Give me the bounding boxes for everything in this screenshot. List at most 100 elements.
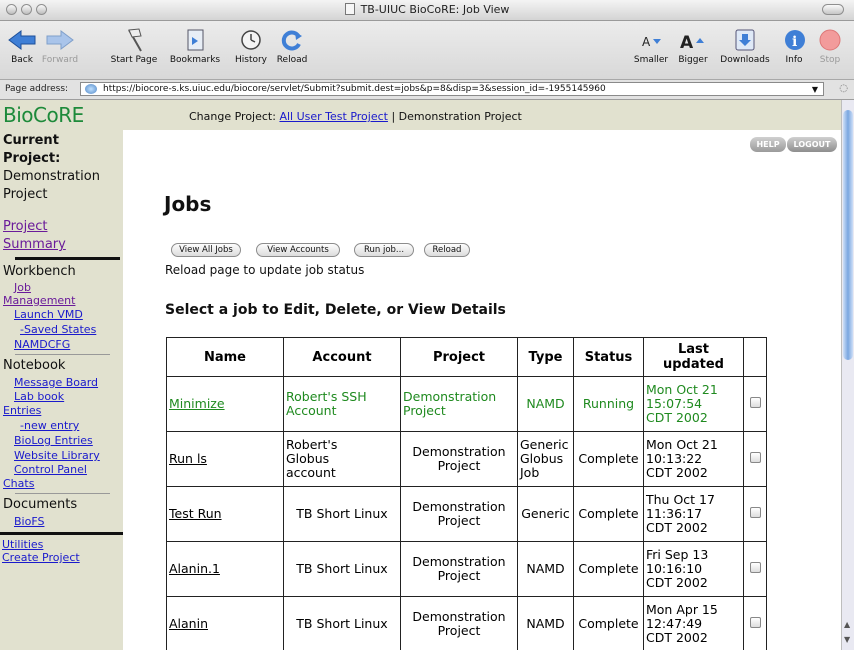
- title-bar[interactable]: TB-UIUC BioCoRE: Job View: [0, 0, 854, 21]
- select-cell: [743, 541, 767, 597]
- sidebar-item-control-panel-chats[interactable]: Control Panel Chats: [0, 463, 123, 491]
- sidebar-item-biofs[interactable]: BioFS: [0, 514, 123, 529]
- bookmarks-button[interactable]: Bookmarks: [167, 27, 223, 65]
- svg-text:A: A: [642, 35, 651, 49]
- sidebar-item-biolog-entries[interactable]: BioLog Entries: [0, 433, 123, 448]
- cell-line: Demonstration: [412, 609, 506, 624]
- status-cell: Complete: [573, 541, 644, 597]
- jobs-table-body: Minimize Robert's SSH Account Demonstration…: [166, 376, 767, 650]
- cell-line: account: [286, 465, 336, 480]
- web-page: BioCoRE Change Project: All User Test Pr…: [0, 100, 841, 650]
- sidebar-item-create-project[interactable]: Create Project: [0, 551, 123, 564]
- sidebar-item-namdcfg[interactable]: NAMDCFG: [0, 337, 123, 352]
- cell-line: NAMD: [526, 616, 565, 631]
- job-name-link[interactable]: Test Run: [166, 486, 284, 542]
- project-cell: Demonstration Project: [400, 486, 518, 542]
- loading-indicator-icon: ◌: [839, 83, 848, 94]
- job-name-link[interactable]: Run ls: [166, 431, 284, 487]
- last-updated-cell: Mon Oct 21 10:13:22 CDT 2002: [643, 431, 744, 487]
- sidebar-divider: [15, 354, 110, 355]
- scrollbar-thumb[interactable]: [843, 110, 853, 360]
- job-name-link[interactable]: Minimize: [166, 376, 284, 432]
- cell-line: CDT 2002: [646, 465, 708, 480]
- table-row[interactable]: Run ls Robert's Globus account Demonstration…: [166, 431, 767, 487]
- column-header-project[interactable]: Project: [400, 337, 518, 377]
- vertical-scrollbar[interactable]: ▲ ▼: [841, 100, 854, 650]
- forward-arrow-icon: [45, 27, 75, 53]
- column-header-select: [743, 337, 767, 377]
- sidebar-item-job-management[interactable]: Job Management: [0, 281, 123, 307]
- type-cell: Generic: [517, 486, 574, 542]
- job-select-checkbox[interactable]: [749, 452, 761, 463]
- column-header-type[interactable]: Type: [517, 337, 574, 377]
- smaller-text-button[interactable]: A Smaller: [632, 27, 670, 65]
- forward-button[interactable]: Forward: [40, 27, 80, 65]
- status-cell: Complete: [573, 431, 644, 487]
- sidebar-item-lab-book-entries[interactable]: Lab book Entries: [0, 390, 123, 418]
- column-header-name[interactable]: Name: [166, 337, 284, 377]
- history-dropdown-icon[interactable]: ▼: [812, 84, 818, 95]
- table-row[interactable]: Test Run TB Short Linux Demonstration Proje…: [166, 486, 767, 542]
- project-cell: Demonstration Project: [400, 596, 518, 650]
- view-accounts-button[interactable]: View Accounts: [256, 243, 340, 257]
- scroll-down-arrow-icon[interactable]: ▼: [844, 635, 850, 644]
- job-name-link[interactable]: Alanin.1: [166, 541, 284, 597]
- cell-line: Demonstration: [412, 444, 506, 459]
- job-select-checkbox[interactable]: [749, 397, 761, 408]
- cell-line: CDT 2002: [646, 410, 708, 425]
- reload-page-button[interactable]: Reload: [424, 243, 470, 257]
- history-button[interactable]: History: [230, 27, 272, 65]
- column-header-account[interactable]: Account: [283, 337, 401, 377]
- site-icon: [85, 84, 97, 94]
- table-row[interactable]: Minimize Robert's SSH Account Demonstration…: [166, 376, 767, 432]
- scroll-up-arrow-icon[interactable]: ▲: [844, 620, 850, 629]
- logout-button[interactable]: LOGOUT: [787, 137, 837, 152]
- url-input[interactable]: https://biocore-s.ks.uiuc.edu/biocore/se…: [80, 82, 824, 96]
- cell-line: Fri Sep 13: [646, 547, 709, 562]
- back-button[interactable]: Back: [5, 27, 39, 65]
- cell-line: NAMD: [526, 561, 565, 576]
- all-user-test-project-link[interactable]: All User Test Project: [279, 110, 388, 123]
- bigger-text-button[interactable]: A Bigger: [676, 27, 710, 65]
- sidebar-item-website-library[interactable]: Website Library: [0, 448, 123, 463]
- cell-line: Generic: [521, 506, 570, 521]
- cell-line: CDT 2002: [646, 630, 708, 645]
- sidebar-item-message-board[interactable]: Message Board: [0, 375, 123, 390]
- run-job-button[interactable]: Run job...: [354, 243, 414, 257]
- cell-line: TB Short Linux: [296, 561, 388, 576]
- text-bigger-icon: A: [678, 27, 708, 53]
- sidebar-item-saved-states[interactable]: -Saved States: [0, 322, 123, 337]
- table-row[interactable]: Alanin TB Short Linux Demonstration Project…: [166, 596, 767, 650]
- stop-button[interactable]: Stop: [815, 27, 845, 65]
- current-project-label: Current Project:: [3, 133, 61, 166]
- cell-line: Project: [403, 403, 446, 418]
- sidebar-item-utilities[interactable]: Utilities: [0, 538, 123, 551]
- workbench-section-title: Workbench: [3, 264, 76, 279]
- job-select-checkbox[interactable]: [749, 507, 761, 518]
- reload-button[interactable]: Reload: [274, 27, 310, 65]
- sidebar-item-launch-vmd[interactable]: Launch VMD: [0, 307, 123, 322]
- job-select-checkbox[interactable]: [749, 617, 761, 628]
- last-updated-cell: Fri Sep 13 10:16:10 CDT 2002: [643, 541, 744, 597]
- cell-line: 10:16:10: [646, 561, 703, 576]
- job-select-checkbox[interactable]: [749, 562, 761, 573]
- project-cell: Demonstration Project: [400, 376, 518, 432]
- sidebar-item-new-entry[interactable]: -new entry: [0, 418, 123, 433]
- info-button[interactable]: i Info: [780, 27, 808, 65]
- column-header-status[interactable]: Status: [573, 337, 644, 377]
- toolbar-toggle-button[interactable]: [822, 4, 844, 15]
- help-button[interactable]: HELP: [750, 137, 786, 152]
- job-name-link[interactable]: Alanin: [166, 596, 284, 650]
- column-header-last-updated[interactable]: Last updated: [643, 337, 744, 377]
- start-page-button[interactable]: Start Page: [108, 27, 160, 65]
- table-row[interactable]: Alanin.1 TB Short Linux Demonstration Proje…: [166, 541, 767, 597]
- section-heading: Select a job to Edit, Delete, or View De…: [165, 302, 506, 318]
- view-all-jobs-button[interactable]: View All Jobs: [171, 243, 241, 257]
- downloads-button[interactable]: Downloads: [716, 27, 774, 65]
- cell-line: Project: [437, 513, 481, 528]
- biocore-logo[interactable]: BioCoRE: [3, 103, 84, 127]
- cell-line: Thu Oct 17: [646, 492, 715, 507]
- sidebar-divider: [0, 532, 123, 535]
- cell-line: Project: [437, 568, 481, 583]
- sidebar-item-project-summary[interactable]: Project Summary: [0, 218, 123, 254]
